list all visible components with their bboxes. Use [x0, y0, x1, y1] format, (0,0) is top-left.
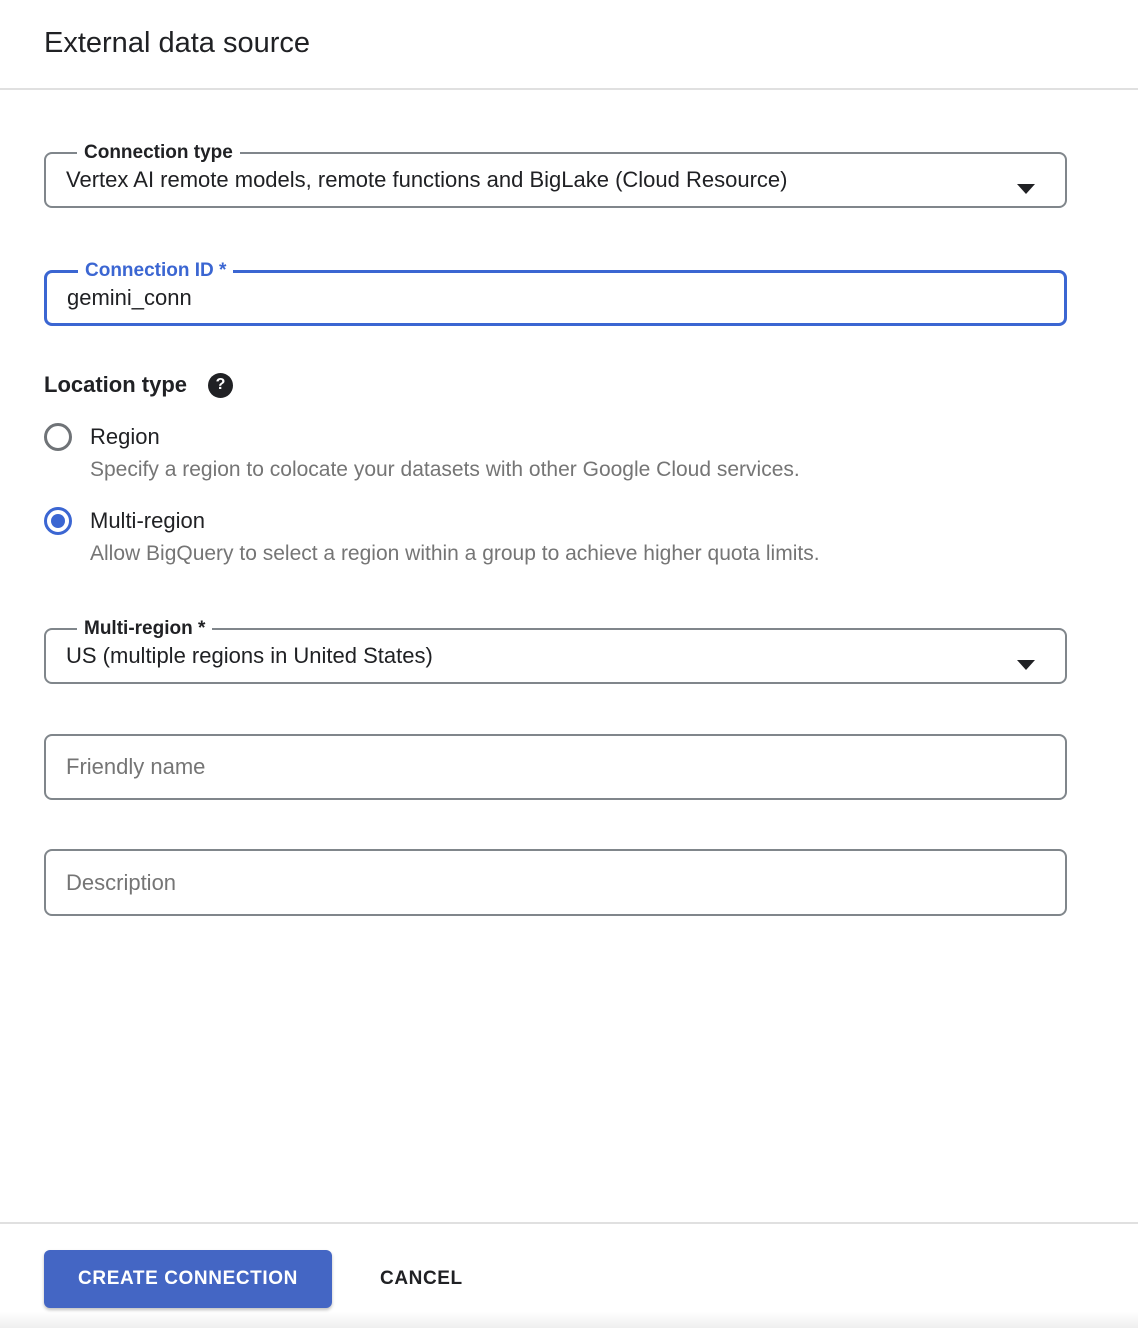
bottom-edge-shadow — [0, 1312, 1138, 1328]
region-description: Specify a region to colocate your datase… — [90, 458, 1067, 482]
multi-region-value: US (multiple regions in United States) — [66, 642, 1045, 670]
location-type-row: Location type ? — [44, 372, 1067, 398]
form-content: Connection type Vertex AI remote models,… — [0, 142, 1138, 916]
footer-divider — [0, 1222, 1138, 1224]
header-divider — [0, 88, 1138, 90]
multi-region-description: Allow BigQuery to select a region within… — [90, 542, 1067, 566]
connection-id-input[interactable] — [67, 284, 995, 312]
region-radio-label[interactable]: Region — [90, 424, 160, 450]
help-icon[interactable]: ? — [208, 373, 233, 398]
region-option: Region Specify a region to colocate your… — [44, 423, 1067, 482]
footer-actions: CREATE CONNECTION CANCEL — [44, 1250, 463, 1308]
multi-region-radio[interactable] — [44, 507, 72, 535]
cancel-button[interactable]: CANCEL — [380, 1268, 463, 1290]
multi-region-option: Multi-region Allow BigQuery to select a … — [44, 507, 1067, 566]
create-connection-button[interactable]: CREATE CONNECTION — [44, 1250, 332, 1308]
connection-id-field[interactable]: Connection ID * — [44, 260, 1067, 326]
page-title: External data source — [44, 26, 1094, 60]
multi-region-select[interactable]: Multi-region * US (multiple regions in U… — [44, 618, 1067, 684]
chevron-down-icon — [1017, 660, 1035, 670]
friendly-name-input[interactable] — [44, 734, 1067, 800]
dialog-header: External data source — [0, 0, 1138, 60]
connection-id-label: Connection ID * — [78, 260, 233, 282]
chevron-down-icon — [1017, 184, 1035, 194]
connection-type-select[interactable]: Connection type Vertex AI remote models,… — [44, 142, 1067, 208]
multi-region-label: Multi-region * — [77, 618, 212, 640]
connection-type-label: Connection type — [77, 142, 240, 164]
connection-type-value: Vertex AI remote models, remote function… — [66, 166, 1045, 194]
description-input[interactable] — [44, 849, 1067, 916]
region-radio[interactable] — [44, 423, 72, 451]
multi-region-radio-label[interactable]: Multi-region — [90, 508, 205, 534]
location-type-label: Location type — [44, 372, 187, 398]
